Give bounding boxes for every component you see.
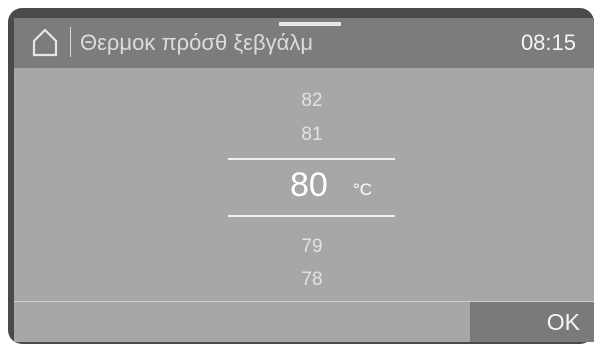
picker-value-above-1[interactable]: 81 [14, 124, 594, 146]
selected-temperature-value[interactable]: 80 [290, 166, 328, 205]
selection-top-line [228, 158, 395, 160]
clock-time: 08:15 [520, 30, 576, 55]
home-icon[interactable] [32, 27, 58, 57]
temperature-unit: °C [353, 180, 373, 199]
header-divider [70, 27, 71, 57]
header-bar: Θερμοκ πρόσθ ξεβγάλμ 08:15 [14, 18, 594, 68]
picker-value-above-2[interactable]: 82 [14, 90, 594, 112]
page-indicator [279, 22, 341, 26]
picker-value-below-2[interactable]: 78 [14, 269, 594, 291]
selection-bottom-line [228, 215, 395, 217]
ok-button[interactable]: OK [470, 302, 594, 342]
picker-value-below-1[interactable]: 79 [14, 236, 594, 258]
display-screen: Θερμοκ πρόσθ ξεβγάλμ 08:15 82 81 80 °C 7… [14, 18, 594, 342]
header-title: Θερμοκ πρόσθ ξεβγάλμ [80, 30, 314, 55]
